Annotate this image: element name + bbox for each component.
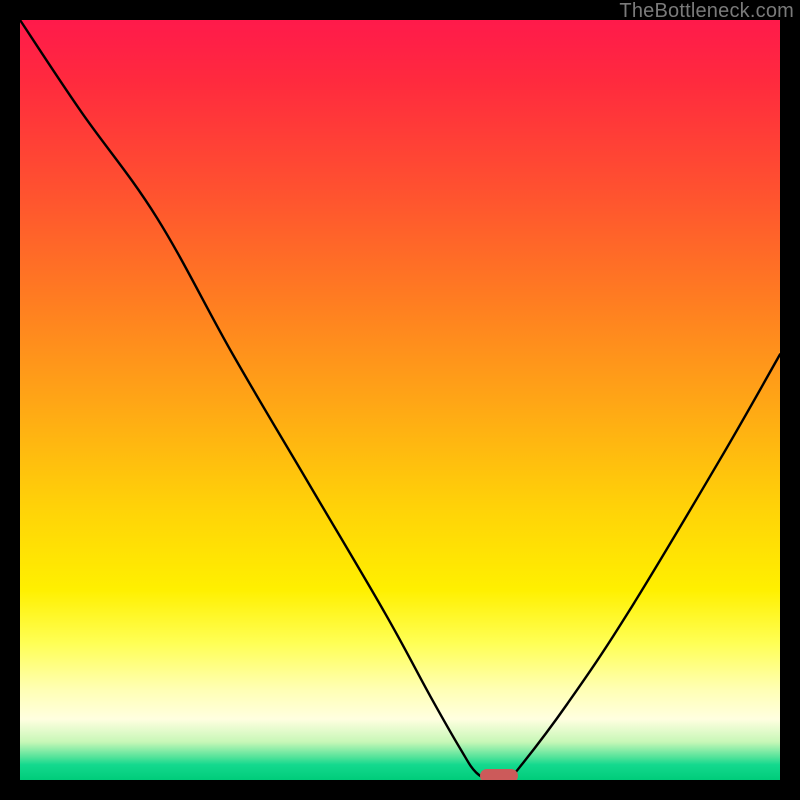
- plot-area: [20, 20, 780, 780]
- chart-frame: TheBottleneck.com: [0, 0, 800, 800]
- optimal-point-marker: [480, 769, 518, 780]
- watermark-text: TheBottleneck.com: [619, 0, 794, 23]
- heat-gradient-background: [20, 20, 780, 780]
